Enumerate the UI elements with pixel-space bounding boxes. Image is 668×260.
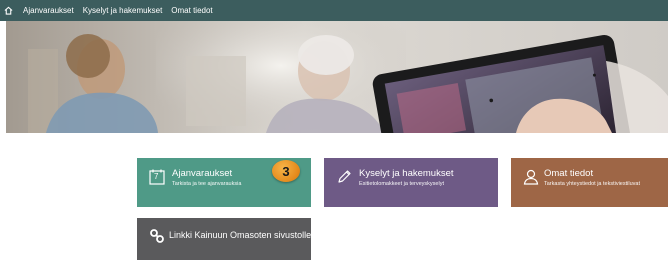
- link-icon: [149, 228, 165, 249]
- top-navigation-bar: Ajanvaraukset Kyselyt ja hakemukset Omat…: [0, 0, 668, 21]
- tile-title: Ajanvaraukset: [172, 168, 233, 179]
- calendar-icon: 7: [149, 169, 165, 190]
- tile-subtitle: Tarkasta yhteystiedot ja tekstiviestiluv…: [544, 181, 640, 187]
- nav-link-ajanvaraukset[interactable]: Ajanvaraukset: [23, 6, 74, 15]
- nav-link-kyselyt-ja-hakemukset[interactable]: Kyselyt ja hakemukset: [83, 6, 163, 15]
- hero-photo: [6, 21, 668, 133]
- calendar-icon-day: 7: [154, 172, 159, 181]
- hero-banner-image: [6, 21, 668, 133]
- tile-omat-tiedot[interactable]: Omat tiedot Tarkasta yhteystiedot ja tek…: [511, 158, 668, 207]
- pencil-icon: [336, 169, 352, 190]
- tile-title: Linkki Kainuun Omasoten sivustolle: [169, 230, 312, 240]
- home-icon[interactable]: [2, 5, 14, 17]
- tile-kyselyt-ja-hakemukset[interactable]: Kyselyt ja hakemukset Esitietolomakkeet …: [324, 158, 498, 207]
- tile-title: Kyselyt ja hakemukset: [359, 168, 454, 179]
- tile-subtitle: Tarkista ja tee ajanvarauksia: [172, 181, 242, 187]
- tile-linkki-kainuun-omasoten-sivustolle[interactable]: Linkki Kainuun Omasoten sivustolle: [137, 218, 311, 260]
- nav-link-omat-tiedot[interactable]: Omat tiedot: [171, 6, 212, 15]
- tile-title: Omat tiedot: [544, 168, 594, 179]
- step-number-badge: 3: [272, 160, 300, 182]
- person-icon: [523, 169, 539, 190]
- tile-subtitle: Esitietolomakkeet ja terveyskyselyt: [359, 181, 444, 187]
